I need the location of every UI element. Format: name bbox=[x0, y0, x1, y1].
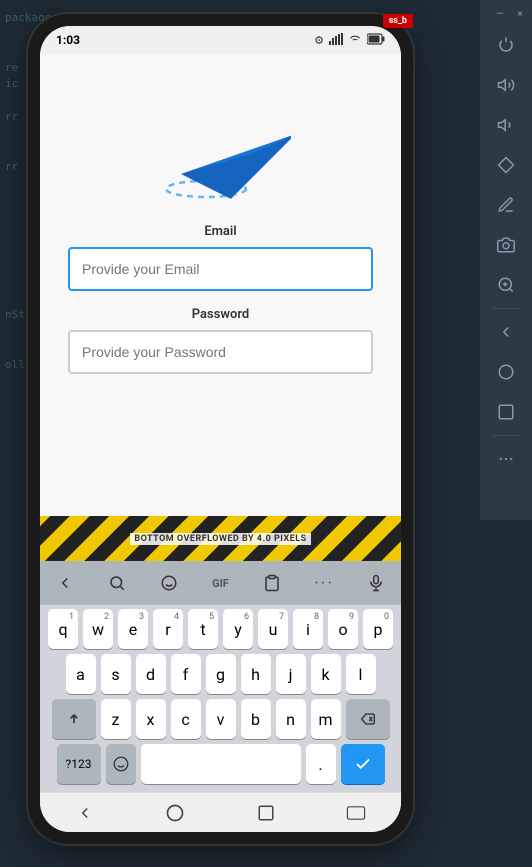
status-time: 1:03 bbox=[56, 33, 80, 47]
nav-back-button[interactable] bbox=[65, 793, 105, 833]
key-d[interactable]: d bbox=[136, 654, 166, 694]
overflow-warning-stripe: BOTTOM OVERFLOWED BY 4.0 PIXELS bbox=[40, 516, 401, 561]
power-button[interactable] bbox=[486, 26, 526, 64]
key-numbers[interactable]: ?123 bbox=[57, 744, 101, 784]
battery-status-icon bbox=[367, 33, 385, 48]
status-bar: 1:03 ⚙ bbox=[40, 26, 401, 54]
key-j[interactable]: j bbox=[276, 654, 306, 694]
form-section: Email Password bbox=[60, 224, 381, 390]
email-input[interactable] bbox=[68, 247, 373, 291]
key-l[interactable]: l bbox=[346, 654, 376, 694]
pen-icon[interactable] bbox=[486, 186, 526, 224]
key-o[interactable]: 9o bbox=[328, 609, 358, 649]
keyboard-rows: 1q 2w 3e 4r 5t 6y 7u 8i 9o 0p a s d f bbox=[40, 605, 401, 784]
key-q[interactable]: 1q bbox=[48, 609, 78, 649]
toolbar-divider-2 bbox=[491, 435, 521, 436]
key-space[interactable] bbox=[141, 744, 301, 784]
zoom-icon[interactable] bbox=[486, 266, 526, 304]
key-x[interactable]: x bbox=[136, 699, 166, 739]
kb-more-btn[interactable]: ··· bbox=[307, 566, 341, 600]
key-u[interactable]: 7u bbox=[258, 609, 288, 649]
volume-up-button[interactable] bbox=[486, 66, 526, 104]
nav-recents-button[interactable] bbox=[246, 793, 286, 833]
key-i[interactable]: 8i bbox=[293, 609, 323, 649]
key-v[interactable]: v bbox=[206, 699, 236, 739]
keyboard-area: 1q 2w 3e 4r 5t 6y 7u 8i 9o 0p a s d f bbox=[40, 605, 401, 792]
right-toolbar: — × bbox=[480, 0, 532, 520]
kb-back-btn[interactable] bbox=[48, 566, 82, 600]
debug-flag: ss_b bbox=[383, 14, 413, 28]
key-w[interactable]: 2w bbox=[83, 609, 113, 649]
back-nav-icon[interactable] bbox=[486, 313, 526, 351]
nav-home-button[interactable] bbox=[155, 793, 195, 833]
key-r[interactable]: 4r bbox=[153, 609, 183, 649]
key-b[interactable]: b bbox=[241, 699, 271, 739]
keyboard-bottom-row: ?123 . bbox=[44, 744, 397, 784]
key-shift[interactable] bbox=[52, 699, 96, 739]
status-icons: ⚙ bbox=[314, 33, 385, 48]
erase-icon[interactable] bbox=[486, 146, 526, 184]
nav-keyboard-button[interactable] bbox=[336, 793, 376, 833]
key-p[interactable]: 0p bbox=[363, 609, 393, 649]
minimize-button[interactable]: — bbox=[494, 8, 506, 20]
key-emoji[interactable] bbox=[106, 744, 136, 784]
key-g[interactable]: g bbox=[206, 654, 236, 694]
circle-nav-icon[interactable] bbox=[486, 353, 526, 391]
key-h[interactable]: h bbox=[241, 654, 271, 694]
keyboard-toolbar: GIF ··· bbox=[40, 561, 401, 605]
key-s[interactable]: s bbox=[101, 654, 131, 694]
key-f[interactable]: f bbox=[171, 654, 201, 694]
overflow-warning-text: BOTTOM OVERFLOWED BY 4.0 PIXELS bbox=[130, 533, 310, 545]
kb-emoji-face-btn[interactable] bbox=[152, 566, 186, 600]
toolbar-divider bbox=[491, 308, 521, 309]
keyboard-row-1: 1q 2w 3e 4r 5t 6y 7u 8i 9o 0p bbox=[44, 609, 397, 649]
more-options-button[interactable] bbox=[486, 440, 526, 478]
app-content: Email Password bbox=[40, 54, 401, 516]
key-a[interactable]: a bbox=[66, 654, 96, 694]
phone-frame: ss_b 1:03 ⚙ bbox=[28, 14, 413, 844]
key-backspace[interactable] bbox=[346, 699, 390, 739]
password-input[interactable] bbox=[68, 330, 373, 374]
nav-bar bbox=[40, 792, 401, 832]
key-e[interactable]: 3e bbox=[118, 609, 148, 649]
settings-status-icon: ⚙ bbox=[314, 34, 324, 47]
key-k[interactable]: k bbox=[311, 654, 341, 694]
logo-area bbox=[60, 74, 381, 224]
kb-mic-btn[interactable] bbox=[359, 566, 393, 600]
kb-gif-btn[interactable]: GIF bbox=[203, 566, 237, 600]
key-c[interactable]: c bbox=[171, 699, 201, 739]
key-y[interactable]: 6y bbox=[223, 609, 253, 649]
wifi-status-icon bbox=[348, 33, 362, 48]
phone-screen: 1:03 ⚙ bbox=[40, 26, 401, 832]
key-enter[interactable] bbox=[341, 744, 385, 784]
kb-clipboard-btn[interactable] bbox=[255, 566, 289, 600]
key-t[interactable]: 5t bbox=[188, 609, 218, 649]
password-label: Password bbox=[68, 307, 373, 322]
email-label: Email bbox=[68, 224, 373, 239]
camera-icon[interactable] bbox=[486, 226, 526, 264]
keyboard-row-2: a s d f g h j k l bbox=[44, 654, 397, 694]
key-z[interactable]: z bbox=[101, 699, 131, 739]
keyboard-row-3: z x c v b n m bbox=[44, 699, 397, 739]
paper-plane-logo bbox=[151, 94, 291, 214]
square-nav-icon[interactable] bbox=[486, 393, 526, 431]
key-n[interactable]: n bbox=[276, 699, 306, 739]
key-period[interactable]: . bbox=[306, 744, 336, 784]
key-m[interactable]: m bbox=[311, 699, 341, 739]
sim-status-icon bbox=[329, 33, 343, 48]
close-button[interactable]: × bbox=[514, 8, 526, 20]
kb-search-btn[interactable] bbox=[100, 566, 134, 600]
volume-down-button[interactable] bbox=[486, 106, 526, 144]
